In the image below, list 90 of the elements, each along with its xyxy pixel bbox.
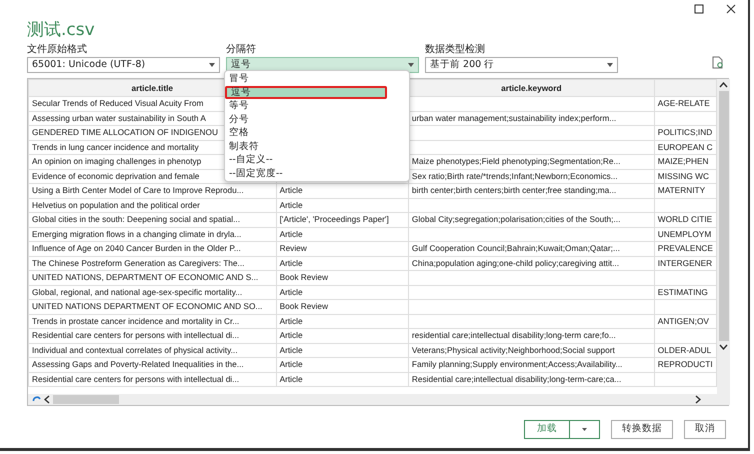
refresh-icon[interactable] <box>712 56 724 69</box>
table-cell: POLITICS;IND <box>658 127 712 138</box>
table-cell: Article <box>280 344 303 355</box>
table-cell: Article <box>280 228 303 239</box>
table-cell: Secular Trends of Reduced Visual Acuity From <box>32 98 204 108</box>
menu-item[interactable]: 逗号 <box>225 86 387 99</box>
table-cell: Global, regional, and national age-sex-specific mortality... <box>32 286 242 297</box>
table-cell: Family planning;Supply environment;Access;Availability... <box>412 359 622 370</box>
table-cell: Article <box>280 200 303 210</box>
dropdown-field[interactable]: 基于前 200 行 <box>425 57 618 73</box>
table-cell: MISSING WC <box>658 170 709 181</box>
table-cell: Influence of Age on 2040 Cancer Burden in the Older P... <box>32 243 241 254</box>
table-cell: PREVALENCE <box>658 243 713 254</box>
dropdown-field[interactable]: 65001: Unicode (UTF-8) <box>27 57 220 73</box>
table-cell: Residential care centers for persons with intellectual di... <box>32 374 240 384</box>
table-cell: Residential care centers for persons with intellectual di... <box>32 330 240 340</box>
table-cell: Article <box>280 286 303 297</box>
table-cell: ['Article', 'Proceedings Paper'] <box>280 214 389 224</box>
table-cell: Article <box>280 258 303 268</box>
vertical-scrollbar[interactable] <box>717 79 730 394</box>
load-button[interactable]: 加载 <box>524 420 600 439</box>
column-header[interactable]: article.keyword <box>408 80 654 96</box>
table-cell: Using a Birth Center Model of Care to Improve Reprodu... <box>32 185 244 196</box>
table-cell: GENDERED TIME ALLOCATION OF INDIGENOU <box>32 127 218 138</box>
table-cell: WORLD CITIE <box>658 214 712 224</box>
loading-icon <box>32 395 41 404</box>
table-cell: Veterans;Physical activity;Neighborhood;Social support <box>412 344 615 355</box>
table-cell: Assessing urban water sustainability in South A <box>32 112 206 123</box>
close-icon[interactable] <box>726 4 736 14</box>
table-cell: The Chinese Postreform Generation as Caregivers: The... <box>32 258 244 268</box>
table-cell: AGE-RELATE <box>658 98 710 108</box>
table-cell: OLDER-ADUL <box>658 344 712 355</box>
scroll-down-icon[interactable] <box>719 344 728 350</box>
table-cell: Individual and contextual correlates of physical activity... <box>32 344 238 355</box>
table-cell: UNITED NATIONS, DEPARTMENT OF ECONOMIC AND S... <box>32 272 258 282</box>
table-cell: Gulf Cooperation Council;Bahrain;Kuwait;Oman;Qatar;... <box>412 243 620 254</box>
dialog-button[interactable]: 取消 <box>684 420 726 439</box>
table-cell: Global cities in the south: Deepening social and spatial... <box>32 214 240 224</box>
table-cell: China;population aging;one-child policy;caregiving attit... <box>412 258 620 268</box>
caret-icon <box>408 63 414 67</box>
table-cell: ANTIGEN;OV <box>658 316 709 326</box>
table-cell: EUROPEAN C <box>658 142 713 152</box>
table-cell: UNEMPLOYM <box>658 228 712 239</box>
table-cell: Book Review <box>280 301 328 312</box>
table-cell: Evidence of economic deprivation and female <box>32 170 200 181</box>
table-cell: urban water management;sustainability index;perform... <box>412 112 616 123</box>
maximize-icon[interactable] <box>694 4 704 14</box>
dialog-button[interactable]: 转换数据 <box>611 420 673 439</box>
table-cell: Assessing Gaps and Poverty-Related Inequalities in the... <box>32 359 244 370</box>
table-cell: birth center;birth centers;birth center;free standing;ma... <box>412 185 616 196</box>
table-cell: INTERGENER <box>658 258 712 268</box>
table-cell: ESTIMATING <box>658 286 708 297</box>
field-label: 数据类型检测 <box>425 43 486 56</box>
menu-item[interactable]: 分号 <box>225 112 409 126</box>
table-cell: Helvetius on population and the political order <box>32 200 200 210</box>
caret-icon <box>209 63 215 67</box>
menu-item[interactable]: 等号 <box>225 99 409 112</box>
table-cell: Article <box>280 374 303 384</box>
menu-item[interactable]: 空格 <box>225 126 409 140</box>
table-cell: Maize phenotypes;Field phenotyping;Segmentation;Re... <box>412 156 620 166</box>
table-cell: Article <box>280 359 303 370</box>
table-cell: Article <box>280 316 303 326</box>
table-cell: Emerging migration flows in a changing climate in dryla... <box>32 228 242 239</box>
scroll-right-icon[interactable] <box>695 395 701 404</box>
table-cell: Trends in lung cancer incidence and mortality <box>32 142 199 152</box>
table-cell: Trends in prostate cancer incidence and mortality in Cr... <box>32 316 240 326</box>
table-cell: Article <box>280 185 303 196</box>
horizontal-scrollbar[interactable] <box>28 394 717 405</box>
table-cell: UNITED NATIONS DEPARTMENT OF ECONOMIC AND SO... <box>32 301 262 312</box>
table-cell: MATERNITY <box>658 185 706 196</box>
menu-item[interactable]: --固定宽度-- <box>225 166 409 180</box>
field-label: 分隔符 <box>226 43 257 56</box>
table-cell: Review <box>280 243 307 254</box>
table-cell: REPRODUCTI <box>658 359 713 370</box>
dialog-title: 测试.csv <box>27 19 96 42</box>
table-cell: An opinion on imaging challenges in phenotyp <box>32 156 202 166</box>
table-cell: Book Review <box>280 272 328 282</box>
caret-icon <box>582 428 587 431</box>
table-cell: Global City;segregation;polarisation;cities of the South;... <box>412 214 620 224</box>
scroll-up-icon[interactable] <box>719 82 728 88</box>
table-cell: Sex ratio;Birth rate/*trends;Infant;Newborn;Economics... <box>412 170 618 181</box>
menu-item[interactable]: 制表符 <box>225 140 409 153</box>
scroll-left-icon[interactable] <box>44 395 50 404</box>
table-cell: Residential care;intellectual disability;long-term-care;ca... <box>412 374 622 384</box>
field-label: 文件原始格式 <box>27 43 88 56</box>
caret-icon <box>607 63 613 67</box>
table-cell: MAIZE;PHEN <box>658 156 708 166</box>
table-cell: residential care;intellectual disability;long-term care;fo... <box>412 330 616 340</box>
menu-item[interactable]: --自定义-- <box>225 153 409 166</box>
table-cell: Article <box>280 330 303 340</box>
